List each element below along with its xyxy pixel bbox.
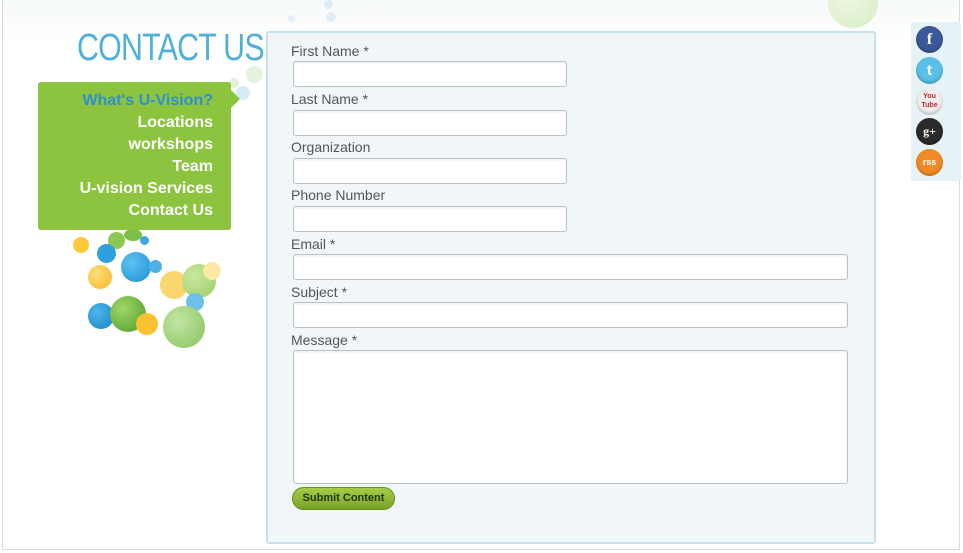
youtube-icon[interactable]: You Tube bbox=[916, 88, 943, 115]
page-title: CONTACT US bbox=[77, 27, 265, 69]
contact-form: First Name * Last Name * Organization Ph… bbox=[266, 31, 876, 544]
organization-input[interactable] bbox=[293, 158, 567, 184]
subject-input[interactable] bbox=[293, 302, 848, 328]
google-plus-icon[interactable]: g+ bbox=[916, 118, 943, 145]
nav-item-whats-u-vision[interactable]: What's U-Vision? bbox=[38, 90, 213, 112]
nav-item-u-vision-services[interactable]: U-vision Services bbox=[38, 178, 213, 200]
first-name-input[interactable] bbox=[293, 61, 567, 87]
nav-item-workshops[interactable]: workshops bbox=[38, 134, 213, 156]
first-name-label: First Name * bbox=[291, 43, 369, 59]
email-label: Email * bbox=[291, 236, 336, 252]
nav-item-contact-us[interactable]: Contact Us bbox=[38, 200, 213, 222]
twitter-icon[interactable]: t bbox=[916, 57, 943, 84]
phone-number-input[interactable] bbox=[293, 206, 567, 232]
rss-icon[interactable]: rss bbox=[916, 149, 943, 176]
message-label: Message * bbox=[291, 332, 358, 348]
side-nav-menu: What's U-Vision? Locations workshops Tea… bbox=[38, 82, 240, 230]
submit-content-button[interactable]: Submit Content bbox=[292, 487, 395, 510]
nav-item-team[interactable]: Team bbox=[38, 156, 213, 178]
last-name-label: Last Name * bbox=[291, 91, 369, 107]
last-name-input[interactable] bbox=[293, 110, 567, 136]
nav-item-locations[interactable]: Locations bbox=[38, 112, 213, 134]
subject-label: Subject * bbox=[291, 284, 348, 300]
facebook-icon[interactable]: f bbox=[916, 26, 943, 53]
social-links-bar: f t You Tube g+ rss bbox=[911, 22, 961, 181]
organization-label: Organization bbox=[291, 139, 371, 155]
phone-number-label: Phone Number bbox=[291, 187, 386, 203]
email-input[interactable] bbox=[293, 254, 848, 280]
message-textarea[interactable] bbox=[293, 350, 848, 484]
